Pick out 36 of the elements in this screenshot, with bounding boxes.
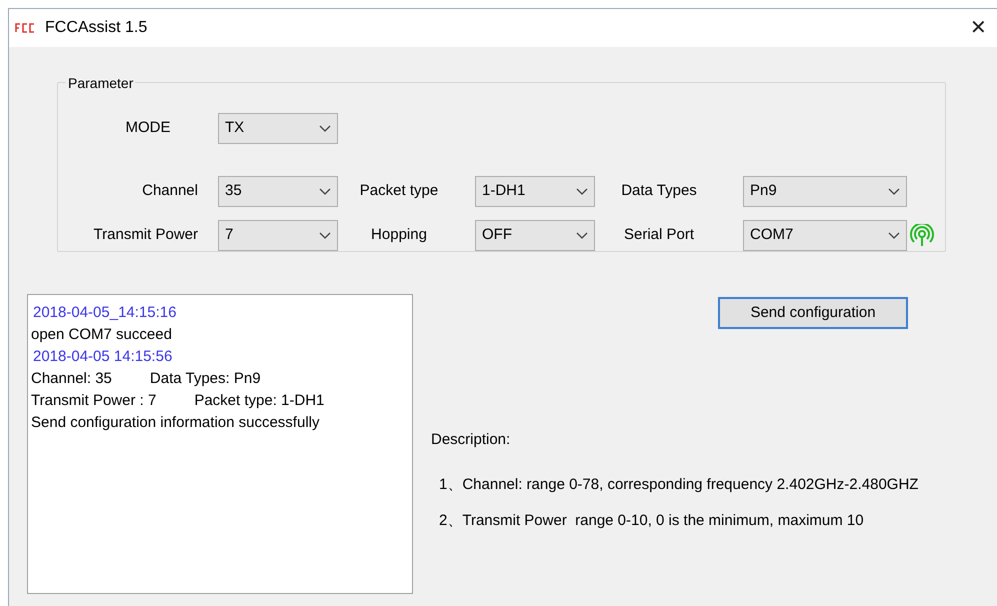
- chevron-down-icon: [576, 232, 588, 240]
- window-title: FCCAssist 1.5: [45, 18, 148, 38]
- dropdown[interactable]: Pn9: [743, 176, 907, 207]
- chevron-down-icon: [319, 188, 331, 196]
- log-timestamp: 2018-04-05 14:15:56: [32, 347, 174, 367]
- chevron-down-icon: [319, 124, 331, 132]
- dropdown[interactable]: 35: [218, 176, 338, 207]
- chevron-down-icon: [576, 188, 588, 196]
- description-title: Description:: [431, 430, 512, 450]
- dropdown[interactable]: 7: [218, 220, 338, 251]
- log-line: Send configuration information successfully: [31, 413, 320, 433]
- field-label: Packet type: [358, 181, 440, 202]
- field-label: MODE: [124, 118, 172, 138]
- chevron-down-icon: [888, 232, 900, 240]
- description-item: 1、Channel: range 0-78, corresponding frequency 2.402GHz-2.480GHZ: [439, 474, 918, 494]
- dropdown[interactable]: 1-DH1: [475, 176, 595, 207]
- field-label: Hopping: [370, 225, 428, 246]
- log-timestamp: 2018-04-05_14:15:16: [32, 303, 178, 323]
- send-configuration-button[interactable]: Send configuration: [718, 297, 908, 329]
- field-label: Channel: [141, 181, 198, 202]
- log-line: Transmit Power : 7: [31, 391, 156, 411]
- dropdown[interactable]: OFF: [475, 220, 595, 251]
- field-label: Serial Port: [622, 225, 696, 246]
- field-label: Transmit Power: [92, 225, 198, 246]
- field-label: Data Types: [620, 181, 698, 202]
- log-line: Channel: 35: [31, 369, 112, 389]
- dropdown[interactable]: TX: [218, 113, 338, 144]
- dropdown[interactable]: COM7: [743, 220, 907, 251]
- chevron-down-icon: [888, 188, 900, 196]
- app-logo-icon: [15, 23, 35, 33]
- log-line: Packet type: 1-DH1: [194, 391, 324, 411]
- chevron-down-icon: [319, 232, 331, 240]
- close-button[interactable]: ✕: [966, 18, 991, 38]
- log-line: open COM7 succeed: [31, 325, 173, 345]
- log-line: Data Types: Pn9: [150, 369, 261, 389]
- description-item: 2、Transmit Power range 0-10, 0 is the minimum, maximum 10: [439, 511, 865, 531]
